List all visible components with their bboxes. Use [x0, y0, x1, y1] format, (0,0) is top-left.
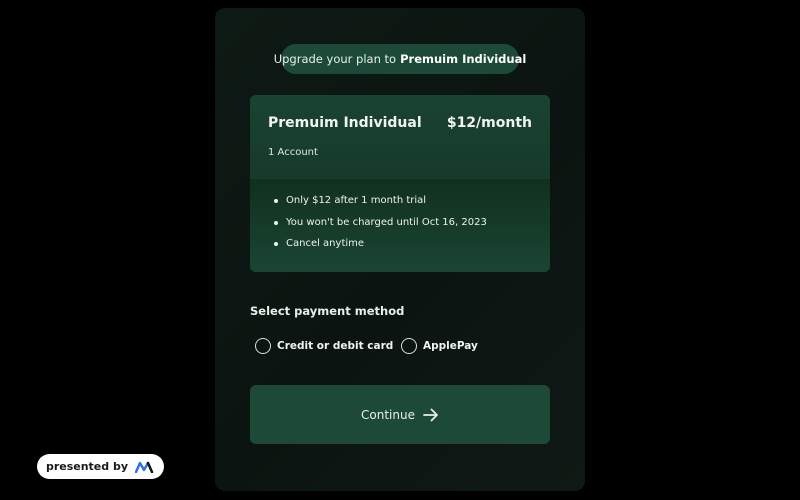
- continue-button-label[interactable]: Continue: [361, 408, 415, 422]
- plan-price: $12/month: [446, 115, 532, 131]
- payment-option-applepay-label[interactable]: ApplePay: [423, 340, 478, 352]
- continue-button[interactable]: Continue: [250, 385, 550, 444]
- feature-item: You won't be charged until Oct 16, 2023: [272, 216, 487, 238]
- feature-item: Cancel anytime: [272, 237, 487, 259]
- feature-list: Only $12 after 1 month trial You won't b…: [272, 194, 487, 259]
- plan-card-features: Only $12 after 1 month trial You won't b…: [250, 179, 550, 272]
- radio-applepay[interactable]: [401, 338, 417, 354]
- payment-option-applepay[interactable]: ApplePay: [401, 335, 478, 357]
- payment-option-card-label[interactable]: Credit or debit card: [277, 340, 393, 352]
- presented-by-badge[interactable]: presented by: [37, 454, 164, 479]
- plan-card-header: Premuim Individual $12/month 1 Account: [250, 95, 550, 179]
- upgrade-plan-name: Premuim Individual: [400, 52, 527, 66]
- radio-card[interactable]: [255, 338, 271, 354]
- brand-logo-icon: [135, 461, 155, 473]
- presented-by-label: presented by: [45, 460, 129, 473]
- upgrade-modal: Upgrade your plan to Premuim Individual …: [215, 8, 585, 491]
- arrow-right-icon: [423, 408, 439, 422]
- payment-option-card[interactable]: Credit or debit card: [255, 335, 393, 357]
- plan-name: Premuim Individual: [268, 115, 422, 131]
- upgrade-prefix-text: Upgrade your plan to: [273, 52, 397, 66]
- feature-item: Only $12 after 1 month trial: [272, 194, 487, 216]
- upgrade-plan-pill: Upgrade your plan to Premuim Individual: [274, 44, 526, 74]
- plan-accounts: 1 Account: [268, 147, 318, 158]
- plan-card: Premuim Individual $12/month 1 Account O…: [250, 95, 550, 272]
- payment-method-heading: Select payment method: [250, 304, 405, 318]
